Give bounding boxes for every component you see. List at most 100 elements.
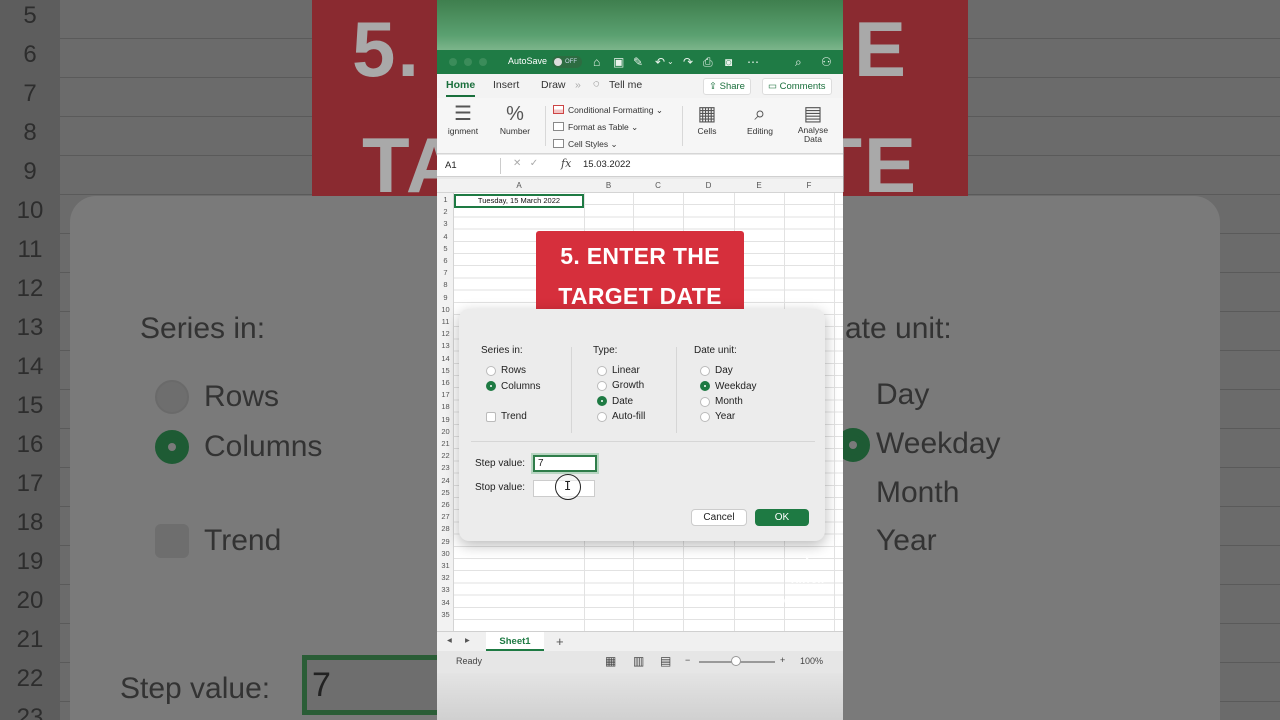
comments-button[interactable]: ▭ Comments — [762, 78, 832, 95]
chevron-down-icon[interactable]: ⌄ — [667, 55, 674, 69]
alignment-group[interactable]: ☰ ignment — [441, 102, 485, 136]
page-layout-icon[interactable]: ▥ — [633, 654, 644, 668]
column-header[interactable]: A — [454, 181, 584, 190]
row-header[interactable]: 16 — [437, 378, 454, 387]
editing-group[interactable]: ⌕ Editing — [739, 102, 781, 136]
row-header[interactable]: 35 — [437, 610, 454, 619]
row-header[interactable]: 17 — [437, 390, 454, 399]
trend-checkbox[interactable] — [486, 412, 496, 422]
column-header[interactable]: B — [584, 181, 633, 190]
row-header[interactable]: 33 — [437, 585, 454, 594]
autosave-toggle[interactable]: OFF — [552, 56, 582, 68]
minimize-window-icon[interactable] — [464, 58, 472, 66]
cell-a1[interactable]: Tuesday, 15 March 2022 — [454, 194, 584, 208]
row-header[interactable]: 13 — [437, 341, 454, 350]
step-value-input[interactable]: 7 — [533, 455, 597, 472]
columns-radio[interactable] — [486, 381, 496, 391]
row-header[interactable]: 2 — [437, 207, 454, 216]
fx-icon[interactable]: fx — [561, 157, 571, 170]
name-box[interactable]: A1 — [441, 158, 501, 174]
column-header[interactable]: C — [633, 181, 683, 190]
row-header[interactable]: 14 — [437, 354, 454, 363]
zoom-level[interactable]: 100% — [800, 656, 823, 666]
tab-home[interactable]: Home — [446, 79, 476, 97]
normal-view-icon[interactable]: ▦ — [605, 654, 616, 668]
cell-styles-button[interactable]: Cell Styles ⌄ — [553, 136, 663, 153]
month-radio[interactable] — [700, 397, 710, 407]
prev-sheet-icon[interactable]: ◂ — [447, 635, 452, 646]
more-icon[interactable]: ⋯ — [747, 55, 759, 69]
edit-icon[interactable]: ✎ — [633, 55, 643, 69]
column-header[interactable]: F — [784, 181, 834, 190]
formula-input[interactable]: 15.03.2022 — [583, 159, 631, 170]
conditional-formatting-button[interactable]: Conditional Formatting ⌄ — [553, 102, 663, 119]
search-icon[interactable]: ⌕ — [795, 55, 802, 69]
row-header[interactable]: 12 — [437, 329, 454, 338]
row-header[interactable]: 24 — [437, 476, 454, 485]
row-header[interactable]: 7 — [437, 268, 454, 277]
row-header[interactable]: 11 — [437, 317, 454, 326]
row-header[interactable]: 23 — [437, 463, 454, 472]
row-header[interactable]: 29 — [437, 537, 454, 546]
row-header[interactable]: 6 — [437, 256, 454, 265]
row-header[interactable]: 28 — [437, 524, 454, 533]
column-header[interactable]: E — [734, 181, 784, 190]
row-header[interactable]: 21 — [437, 439, 454, 448]
cells-group[interactable]: ▦ Cells — [689, 102, 725, 136]
camera-icon[interactable]: ◙ — [725, 55, 732, 69]
page-break-icon[interactable]: ▤ — [660, 654, 671, 668]
next-sheet-icon[interactable]: ▸ — [465, 635, 470, 646]
day-radio[interactable] — [700, 366, 710, 376]
row-header[interactable]: 10 — [437, 305, 454, 314]
zoom-window-icon[interactable] — [479, 58, 487, 66]
add-sheet-button[interactable]: + — [556, 634, 564, 649]
row-header[interactable]: 19 — [437, 415, 454, 424]
row-header[interactable]: 34 — [437, 598, 454, 607]
year-radio[interactable] — [700, 412, 710, 422]
cancel-check-icons[interactable]: ✕ ✓ — [513, 158, 538, 169]
row-header[interactable]: 22 — [437, 451, 454, 460]
date-radio[interactable] — [597, 396, 607, 406]
row-header[interactable]: 26 — [437, 500, 454, 509]
row-header[interactable]: 32 — [437, 573, 454, 582]
format-as-table-button[interactable]: Format as Table ⌄ — [553, 119, 663, 136]
column-header[interactable]: D — [683, 181, 734, 190]
weekday-radio[interactable] — [700, 381, 710, 391]
row-header[interactable]: 9 — [437, 293, 454, 302]
share-button[interactable]: ⇪ Share — [703, 78, 751, 95]
undo-icon[interactable]: ↶ — [655, 55, 665, 69]
zoom-out-button[interactable]: − — [685, 655, 690, 665]
home-icon[interactable]: ⌂ — [593, 55, 600, 69]
row-header[interactable]: 27 — [437, 512, 454, 521]
autofill-radio[interactable] — [597, 412, 607, 422]
growth-radio[interactable] — [597, 381, 607, 391]
row-header[interactable]: 4 — [437, 232, 454, 241]
cancel-button[interactable]: Cancel — [691, 509, 747, 526]
redo-icon[interactable]: ↷ — [683, 55, 693, 69]
tell-me[interactable]: Tell me — [609, 79, 642, 91]
save-icon[interactable]: ▣ — [613, 55, 624, 69]
row-header[interactable]: 20 — [437, 427, 454, 436]
row-header[interactable]: 5 — [437, 244, 454, 253]
print-icon[interactable]: ⎙ — [703, 55, 713, 69]
linear-radio[interactable] — [597, 366, 607, 376]
row-header[interactable]: 3 — [437, 219, 454, 228]
people-icon[interactable]: ⚇ — [821, 55, 832, 69]
row-header[interactable]: 1 — [437, 195, 454, 204]
zoom-slider-handle[interactable] — [731, 656, 741, 666]
zoom-in-button[interactable]: + — [780, 655, 785, 665]
more-tabs-icon[interactable]: » — [575, 79, 581, 91]
rows-radio[interactable] — [486, 366, 496, 376]
row-header[interactable]: 18 — [437, 402, 454, 411]
number-group[interactable]: % Number — [495, 102, 535, 136]
row-header[interactable]: 25 — [437, 488, 454, 497]
row-header[interactable]: 30 — [437, 549, 454, 558]
row-header[interactable]: 31 — [437, 561, 454, 570]
tab-insert[interactable]: Insert — [493, 79, 519, 91]
sheet1-tab[interactable]: Sheet1 — [486, 632, 544, 651]
tab-draw[interactable]: Draw — [541, 79, 566, 91]
close-window-icon[interactable] — [449, 58, 457, 66]
ok-button[interactable]: OK — [755, 509, 809, 526]
row-header[interactable]: 8 — [437, 280, 454, 289]
row-header[interactable]: 15 — [437, 366, 454, 375]
